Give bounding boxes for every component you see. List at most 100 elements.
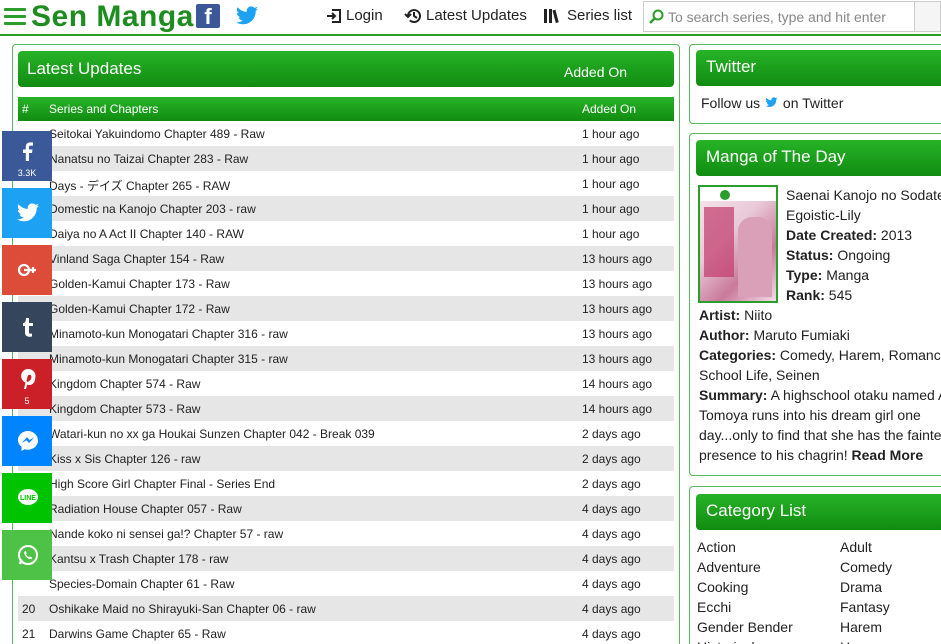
motd-categories: Categories: Comedy, Harem, Romance,	[699, 347, 941, 363]
chapter-link[interactable]: Species-Domain Chapter 61 - Raw	[49, 577, 234, 591]
chapter-link[interactable]: Kingdom Chapter 573 - Raw	[49, 402, 200, 416]
read-more-link[interactable]: Read More	[852, 447, 924, 463]
chapter-link[interactable]: Nande koko ni sensei ga!? Chapter 57 - r…	[49, 527, 283, 541]
status-value: Ongoing	[837, 247, 891, 263]
category-list-header: Category List	[696, 494, 941, 530]
table-row: Watari-kun no xx ga Houkai Sunzen Chapte…	[18, 421, 674, 446]
category-link[interactable]: Historical	[697, 639, 755, 644]
chapter-link[interactable]: Kingdom Chapter 574 - Raw	[49, 377, 200, 391]
twitter-follow-link[interactable]: Follow us on Twitter	[701, 95, 843, 111]
hamburger-menu-icon[interactable]	[4, 8, 26, 26]
motd-date: Date Created: 2013	[786, 227, 912, 243]
follow-prefix: Follow us	[701, 95, 761, 111]
latest-updates-header: Latest Updates Added On	[18, 51, 674, 87]
chapter-link[interactable]: Golden-Kamui Chapter 172 - Raw	[49, 302, 230, 316]
category-link[interactable]: Adult	[840, 539, 872, 555]
table-row: Kingdom Chapter 574 - Raw 14 hours ago	[18, 371, 674, 396]
facebook-icon[interactable]: f	[196, 4, 220, 29]
chapter-link[interactable]: Kiss x Sis Chapter 126 - raw	[49, 452, 200, 466]
top-navbar: Sen Manga f Login Latest Updates Series …	[0, 0, 941, 36]
nav-login[interactable]: Login	[326, 7, 383, 24]
table-row: Golden-Kamui Chapter 173 - Raw 13 hours a…	[18, 271, 674, 296]
added-on-label: Added On	[564, 64, 628, 80]
category-link[interactable]: Adventure	[697, 559, 761, 575]
nav-series-list[interactable]: Series list	[543, 7, 632, 24]
motd-name[interactable]: Saenai Kanojo no Sodatekata	[786, 187, 941, 203]
chapter-link[interactable]: Oshikake Maid no Shirayuki-San Chapter 0…	[49, 602, 316, 616]
share-whatsapp-button[interactable]	[2, 530, 52, 580]
twitter-header: Twitter	[696, 50, 941, 86]
category-link[interactable]: Harem	[840, 619, 882, 635]
pinterest-icon	[21, 368, 36, 389]
manga-cover-image[interactable]	[698, 185, 778, 303]
latest-updates-title: Latest Updates	[27, 59, 142, 78]
table-row: High Score Girl Chapter Final - Series E…	[18, 471, 674, 496]
row-added-time: 1 hour ago	[582, 152, 640, 166]
nav-series-list-label: Series list	[567, 7, 633, 24]
row-added-time: 13 hours ago	[582, 352, 653, 366]
chapter-link[interactable]: Domestic na Kanojo Chapter 203 - raw	[49, 202, 256, 216]
motd-title: Manga of The Day	[706, 147, 846, 166]
summary-line-3: day...only to find that she has the fain…	[699, 427, 941, 443]
chapter-link[interactable]: Radiation House Chapter 057 - Raw	[49, 502, 242, 516]
nav-latest-updates[interactable]: Latest Updates	[404, 7, 527, 25]
share-count: 5	[24, 396, 30, 406]
category-list-title: Category List	[706, 501, 807, 520]
chapter-link[interactable]: Vinland Saga Chapter 154 - Raw	[49, 252, 224, 266]
row-added-time: 1 hour ago	[582, 227, 640, 241]
category-link[interactable]: Cooking	[697, 579, 748, 595]
search-input[interactable]	[668, 7, 912, 27]
category-link[interactable]: Ecchi	[697, 599, 731, 615]
share-pinterest-button[interactable]: 5	[2, 359, 52, 409]
row-added-time: 14 hours ago	[582, 377, 653, 391]
chapter-link[interactable]: Minamoto-kun Monogatari Chapter 316 - ra…	[49, 327, 288, 341]
share-tumblr-button[interactable]	[2, 302, 52, 352]
twitter-icon[interactable]	[234, 4, 260, 28]
chapter-link[interactable]: Daiya no A Act II Chapter 140 - RAW	[49, 227, 244, 241]
share-twitter-button[interactable]	[2, 188, 52, 238]
chapter-link[interactable]: Darwins Game Chapter 65 - Raw	[49, 627, 226, 641]
row-added-time: 4 days ago	[582, 577, 641, 591]
share-google-plus-button[interactable]	[2, 245, 52, 295]
category-link[interactable]: Gender Bender	[697, 619, 793, 635]
date-value: 2013	[880, 227, 913, 243]
search-button[interactable]	[914, 1, 941, 32]
category-link[interactable]: Drama	[840, 579, 882, 595]
motd-type: Type: Manga	[786, 267, 869, 283]
category-link[interactable]: Action	[697, 539, 736, 555]
chapter-link[interactable]: Kantsu x Trash Chapter 178 - raw	[49, 552, 228, 566]
library-icon	[544, 9, 559, 24]
whatsapp-icon	[18, 545, 38, 565]
chapter-link[interactable]: Minamoto-kun Monogatari Chapter 315 - ra…	[49, 352, 288, 366]
messenger-icon	[18, 431, 38, 451]
category-link[interactable]: Comedy	[840, 559, 892, 575]
table-header: # Series and Chapters Added On	[18, 97, 674, 121]
share-facebook-button[interactable]: 3.3K	[2, 131, 52, 181]
summary-line-4-text: presence to his chagrin!	[699, 447, 848, 463]
chapter-link[interactable]: Golden-Kamui Chapter 173 - Raw	[49, 277, 230, 291]
row-added-time: 1 hour ago	[582, 202, 640, 216]
share-line-button[interactable]: LINE	[2, 473, 52, 523]
rank-label: Rank:	[786, 287, 825, 303]
category-link[interactable]: Fantasy	[840, 599, 890, 615]
chapter-link[interactable]: Days - デイズ Chapter 265 - RAW	[49, 177, 230, 194]
chapter-link[interactable]: High Score Girl Chapter Final - Series E…	[49, 477, 275, 491]
site-logo[interactable]: Sen Manga	[31, 0, 194, 34]
categories-label: Categories:	[699, 347, 777, 363]
table-row: Kantsu x Trash Chapter 178 - raw 4 days a…	[18, 546, 674, 571]
motd-status: Status: Ongoing	[786, 247, 890, 263]
nav-login-label: Login	[346, 7, 383, 24]
type-label: Type:	[786, 267, 823, 283]
row-added-time: 4 days ago	[582, 552, 641, 566]
table-row: Domestic na Kanojo Chapter 203 - raw 1 ho…	[18, 196, 674, 221]
row-added-time: 13 hours ago	[582, 252, 653, 266]
search-icon	[649, 9, 664, 24]
chapter-link[interactable]: Seitokai Yakuindomo Chapter 489 - Raw	[49, 127, 265, 141]
artist-label: Artist:	[699, 307, 741, 323]
share-messenger-button[interactable]	[2, 416, 52, 466]
chapter-link[interactable]: Watari-kun no xx ga Houkai Sunzen Chapte…	[49, 427, 375, 441]
category-link[interactable]: Horror	[840, 639, 880, 644]
summary-line-1: A highschool otaku named Aki	[770, 387, 941, 403]
chapter-link[interactable]: Nanatsu no Taizai Chapter 283 - Raw	[49, 152, 248, 166]
motd-summary: Summary: A highschool otaku named Aki	[699, 387, 941, 403]
